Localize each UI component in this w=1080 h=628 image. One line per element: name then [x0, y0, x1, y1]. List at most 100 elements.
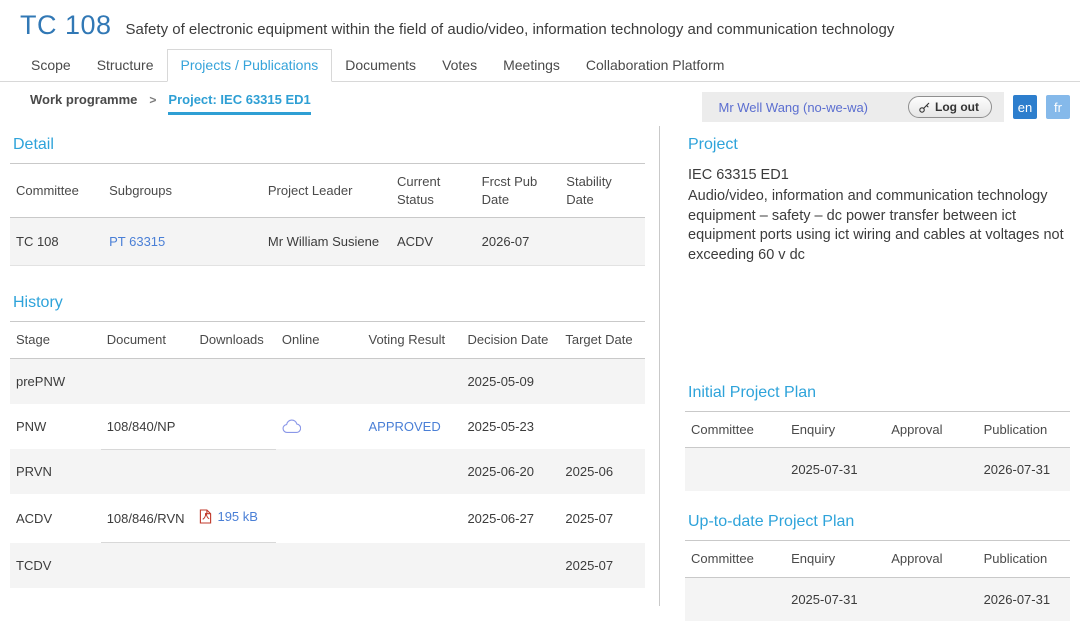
header: TC 108 Safety of electronic equipment wi… — [0, 0, 1080, 41]
logout-label: Log out — [935, 100, 979, 114]
current-plan-row: 2025-07-31 2026-07-31 — [685, 577, 1070, 621]
col-committee: Committee — [10, 164, 103, 218]
project-reference: IEC 63315 ED1 — [688, 167, 1070, 183]
voting-result-link[interactable]: APPROVED — [369, 419, 441, 434]
history-row-acdv: ACDV 108/846/RVN 195 kB 2 — [10, 494, 645, 543]
detail-current-status: ACDV — [391, 218, 476, 266]
decision-date-cell: 2025-05-09 — [461, 358, 559, 404]
left-panel: Detail Committee Subgroups Project Leade… — [0, 126, 660, 606]
user-area: Mr Well Wang (no-we-wa) Log out en fr — [702, 92, 1070, 122]
tab-structure[interactable]: Structure — [84, 50, 167, 81]
right-panel: Project IEC 63315 ED1 Audio/video, infor… — [660, 126, 1080, 606]
detail-stability-date — [560, 218, 645, 266]
detail-project-leader: Mr William Susiene — [262, 218, 391, 266]
breadcrumb-separator: > — [149, 93, 156, 107]
history-row-pnw: PNW 108/840/NP APPROVED 2025-05-23 — [10, 404, 645, 450]
tab-scope[interactable]: Scope — [18, 50, 84, 81]
initial-plan-header-row: Committee Enquiry Approval Publication — [685, 411, 1070, 448]
decision-date-cell: 2025-06-20 — [461, 449, 559, 494]
target-date-cell — [559, 358, 645, 404]
col-downloads: Downloads — [193, 322, 275, 359]
pdf-size-label: 195 kB — [217, 509, 257, 524]
download-cell: 195 kB — [193, 494, 275, 543]
document-cell: 108/840/NP — [101, 404, 194, 450]
history-heading: History — [13, 294, 645, 312]
history-row-prepnw: prePNW 2025-05-09 — [10, 358, 645, 404]
online-cell — [276, 404, 363, 450]
subgroup-link[interactable]: PT 63315 — [109, 234, 165, 249]
target-date-cell: 2025-06 — [559, 449, 645, 494]
target-date-cell: 2025-07 — [559, 494, 645, 543]
history-row-tcdv: TCDV 2025-07 — [10, 543, 645, 588]
current-plan-header-row: Committee Enquiry Approval Publication — [685, 541, 1070, 578]
project-heading: Project — [688, 136, 1070, 154]
stage-cell: prePNW — [10, 358, 101, 404]
initial-enquiry-date: 2025-07-31 — [785, 448, 885, 492]
user-name-link[interactable]: Mr Well Wang (no-we-wa) — [718, 100, 868, 115]
detail-header-row: Committee Subgroups Project Leader Curre… — [10, 164, 645, 218]
col-committee: Committee — [685, 541, 785, 578]
tab-meetings[interactable]: Meetings — [490, 50, 573, 81]
target-date-cell — [559, 404, 645, 450]
col-target-date: Target Date — [559, 322, 645, 359]
pdf-download-link[interactable]: 195 kB — [199, 509, 257, 524]
detail-row: TC 108 PT 63315 Mr William Susiene ACDV … — [10, 218, 645, 266]
col-publication: Publication — [978, 411, 1070, 448]
lang-fr-button[interactable]: fr — [1046, 95, 1070, 119]
stage-cell: ACDV — [10, 494, 101, 543]
col-committee: Committee — [685, 411, 785, 448]
col-subgroups: Subgroups — [103, 164, 262, 218]
page: TC 108 Safety of electronic equipment wi… — [0, 0, 1080, 628]
col-approval: Approval — [885, 411, 977, 448]
initial-plan-table: Committee Enquiry Approval Publication 2… — [685, 411, 1070, 492]
breadcrumb: Work programme > Project: IEC 63315 ED1 — [30, 92, 311, 115]
lang-en-button[interactable]: en — [1013, 95, 1037, 119]
tab-projects-publications[interactable]: Projects / Publications — [167, 49, 333, 82]
decision-date-cell — [461, 543, 559, 588]
breadcrumb-current-project[interactable]: Project: IEC 63315 ED1 — [168, 92, 310, 115]
current-plan-table: Committee Enquiry Approval Publication 2… — [685, 540, 1070, 621]
col-voting-result: Voting Result — [363, 322, 462, 359]
col-stage: Stage — [10, 322, 101, 359]
detail-frcst-pub-date: 2026-07 — [476, 218, 561, 266]
history-table: Stage Document Downloads Online Voting R… — [10, 321, 645, 588]
user-strip: Mr Well Wang (no-we-wa) Log out — [702, 92, 1004, 122]
detail-heading: Detail — [13, 136, 645, 154]
breadcrumb-work-programme[interactable]: Work programme — [30, 92, 137, 107]
initial-publication-date: 2026-07-31 — [978, 448, 1070, 492]
committee-title: Safety of electronic equipment within th… — [126, 21, 895, 38]
current-enquiry-date: 2025-07-31 — [785, 577, 885, 621]
decision-date-cell: 2025-06-27 — [461, 494, 559, 543]
col-approval: Approval — [885, 541, 977, 578]
col-publication: Publication — [978, 541, 1070, 578]
sub-bar: Work programme > Project: IEC 63315 ED1 … — [0, 82, 1080, 120]
stage-cell: PNW — [10, 404, 101, 450]
decision-date-cell: 2025-05-23 — [461, 404, 559, 450]
key-icon — [918, 101, 931, 114]
col-enquiry: Enquiry — [785, 541, 885, 578]
main-content: Detail Committee Subgroups Project Leade… — [0, 126, 1080, 606]
current-publication-date: 2026-07-31 — [978, 577, 1070, 621]
col-current-status: Current Status — [391, 164, 476, 218]
initial-plan-heading: Initial Project Plan — [688, 384, 1070, 402]
current-plan-heading: Up-to-date Project Plan — [688, 513, 1070, 531]
detail-table: Committee Subgroups Project Leader Curre… — [10, 163, 645, 266]
tab-bar: Scope Structure Projects / Publications … — [0, 49, 1080, 82]
col-online: Online — [276, 322, 363, 359]
col-stability-date: Stability Date — [560, 164, 645, 218]
cloud-icon[interactable] — [282, 419, 357, 434]
logout-button[interactable]: Log out — [908, 96, 992, 118]
tab-votes[interactable]: Votes — [429, 50, 490, 81]
tab-collaboration-platform[interactable]: Collaboration Platform — [573, 50, 738, 81]
initial-plan-row: 2025-07-31 2026-07-31 — [685, 448, 1070, 492]
document-cell: 108/846/RVN — [101, 494, 194, 543]
col-decision-date: Decision Date — [461, 322, 559, 359]
col-project-leader: Project Leader — [262, 164, 391, 218]
history-row-prvn: PRVN 2025-06-20 2025-06 — [10, 449, 645, 494]
tab-documents[interactable]: Documents — [332, 50, 429, 81]
target-date-cell: 2025-07 — [559, 543, 645, 588]
stage-cell: TCDV — [10, 543, 101, 588]
col-frcst-pub-date: Frcst Pub Date — [476, 164, 561, 218]
project-description: Audio/video, information and communicati… — [688, 187, 1070, 266]
col-enquiry: Enquiry — [785, 411, 885, 448]
